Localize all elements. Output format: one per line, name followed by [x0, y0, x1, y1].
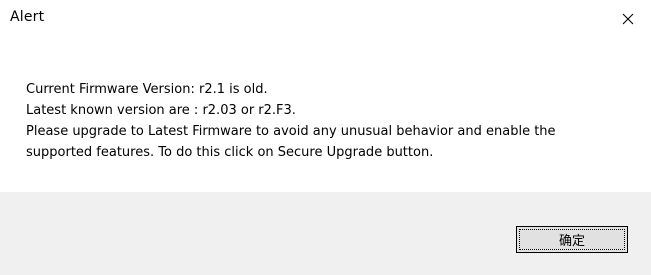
message-line-upgrade-advice: Please upgrade to Latest Firmware to avo… — [26, 124, 556, 139]
close-icon — [622, 13, 634, 25]
title-bar: Alert — [0, 0, 651, 38]
alert-dialog: Alert Current Firmware Version: r2.1 is … — [0, 0, 651, 275]
alert-message: Current Firmware Version: r2.1 is old. L… — [26, 79, 626, 163]
dialog-footer: 确定 — [0, 192, 651, 275]
dialog-content: Current Firmware Version: r2.1 is old. L… — [0, 38, 651, 192]
message-line-latest-version: Latest known version are : r2.03 or r2.F… — [26, 103, 296, 118]
dialog-title: Alert — [10, 9, 45, 25]
ok-button-label: 确定 — [558, 234, 585, 249]
message-line-firmware-version: Current Firmware Version: r2.1 is old. — [26, 82, 268, 97]
message-line-upgrade-instructions: supported features. To do this click on … — [26, 145, 434, 160]
close-button[interactable] — [605, 0, 651, 38]
ok-button[interactable]: 确定 — [516, 226, 628, 253]
